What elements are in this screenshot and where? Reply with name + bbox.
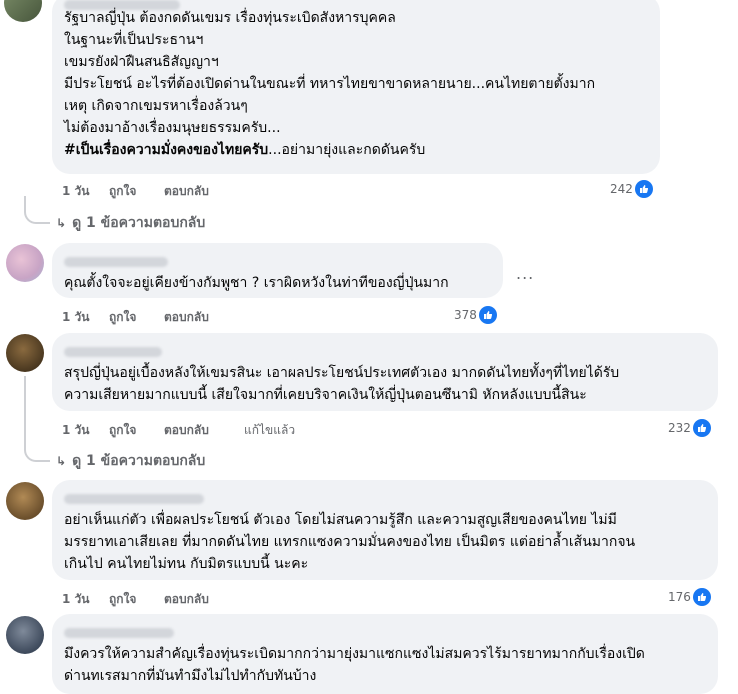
more-options-icon[interactable]: ... (516, 264, 534, 283)
reaction-number: 378 (454, 308, 477, 322)
comment-text-line: รัฐบาลญี่ปุ่น ต้องกดดันเขมร เรื่องทุ่นระ… (64, 10, 396, 26)
comment-text-line: มีประโยชน์ อะไรที่ต้องเปิดด่านในขณะที่ ท… (64, 76, 596, 92)
like-reaction-icon (692, 419, 711, 437)
comment-text-line: ด่านทเรสมากที่มันทำมึงไม่ไปทำกับทันบ้าง (64, 668, 317, 684)
comment-bubble: คุณตั้งใจจะอยู่เคียงข้างกัมพูชา ? เราผิด… (52, 243, 503, 298)
reaction-count[interactable]: 176 (668, 588, 711, 606)
comment-actions: 1 วัน ถูกใจ ตอบกลับ แก้ไขแล้ว (62, 421, 382, 439)
comment-text-line: เขมรยังฝ่าฝืนสนธิสัญญาฯ (64, 54, 219, 70)
view-replies-link[interactable]: ↳ ดู 1 ข้อความตอบกลับ (56, 212, 205, 234)
reply-arrow-icon: ↳ (56, 454, 67, 468)
reaction-count[interactable]: 232 (668, 419, 711, 437)
avatar[interactable] (6, 244, 44, 282)
comment-text-line: เหตุ เกิดจากเขมรหาเรื่องล้วนๆ (64, 98, 248, 114)
comment-text-line: ความเสียหายมากแบบนี้ เสียใจมากที่เคยบริจ… (64, 387, 587, 403)
comment-text-line: อย่าเห็นแก่ตัว เพื่อผลประโยชน์ ตัวเอง โด… (64, 512, 617, 528)
like-reaction-icon (634, 180, 653, 198)
reaction-count[interactable]: 378 (454, 306, 497, 324)
view-replies-link[interactable]: ↳ ดู 1 ข้อความตอบกลับ (56, 450, 205, 472)
avatar[interactable] (6, 616, 44, 654)
reaction-number: 232 (668, 421, 691, 435)
like-button[interactable]: ถูกใจ (109, 308, 136, 327)
comment-author-blurred[interactable] (64, 347, 162, 357)
comment-text-line: คุณตั้งใจจะอยู่เคียงข้างกัมพูชา ? เราผิด… (64, 275, 449, 291)
comment-text-line: ไม่ต้องมาอ้างเรื่องมนุษยธรรมครับ... (64, 120, 281, 136)
comment-bubble: มึงควรให้ความสำคัญเรื่องทุ่นระเบิดมากกว่… (52, 614, 718, 694)
comment-actions: 1 วัน ถูกใจ ตอบกลับ (62, 182, 362, 200)
like-reaction-icon (478, 306, 497, 324)
comment-time[interactable]: 1 วัน (62, 590, 89, 609)
comment-text-line: มึงควรให้ความสำคัญเรื่องทุ่นระเบิดมากกว่… (64, 646, 645, 662)
reply-arrow-icon: ↳ (56, 216, 67, 230)
view-replies-label: ดู 1 ข้อความตอบกลับ (72, 453, 206, 469)
reaction-number: 242 (610, 182, 633, 196)
comment-time[interactable]: 1 วัน (62, 308, 89, 327)
comment-text-line: มรรยาทเอาเสียเลย ที่มากดดันไทย แทรกแซงคว… (64, 534, 636, 550)
reaction-count[interactable]: 242 (610, 180, 653, 198)
avatar[interactable] (6, 482, 44, 520)
comment-author-blurred[interactable] (64, 628, 174, 638)
like-button[interactable]: ถูกใจ (109, 421, 136, 440)
comment-time[interactable]: 1 วัน (62, 421, 89, 440)
hashtag-link[interactable]: #เป็นเรื่องความมั่งคงของไทยครับ (64, 142, 268, 158)
comment-actions: 1 วัน ถูกใจ ตอบกลับ (62, 590, 362, 608)
reply-button[interactable]: ตอบกลับ (164, 590, 209, 609)
comment-text-line: เกินไป คนไทยไม่ทน กับมิตรแบบนี้ นะคะ (64, 556, 309, 572)
edited-label[interactable]: แก้ไขแล้ว (244, 421, 295, 440)
comment-author-blurred[interactable] (64, 494, 204, 504)
reply-button[interactable]: ตอบกลับ (164, 182, 209, 201)
thread-connector-line (24, 376, 50, 462)
comment-bubble: อย่าเห็นแก่ตัว เพื่อผลประโยชน์ ตัวเอง โด… (52, 480, 718, 580)
comment-text-line: ในฐานะที่เป็นประธานฯ (64, 32, 204, 48)
avatar[interactable] (4, 0, 42, 22)
comment-text-line: สรุปญี่ปุ่นอยู่เบื้องหลังให้เขมรสินะ เอา… (64, 365, 620, 381)
reply-button[interactable]: ตอบกลับ (164, 421, 209, 440)
comment-actions: 1 วัน ถูกใจ ตอบกลับ (62, 308, 362, 326)
comment-bubble: สรุปญี่ปุ่นอยู่เบื้องหลังให้เขมรสินะ เอา… (52, 333, 718, 411)
comment-bubble: รัฐบาลญี่ปุ่น ต้องกดดันเขมร เรื่องทุ่นระ… (52, 0, 660, 174)
thread-connector-line (24, 196, 50, 224)
like-button[interactable]: ถูกใจ (109, 590, 136, 609)
like-reaction-icon (692, 588, 711, 606)
comment-time[interactable]: 1 วัน (62, 182, 89, 201)
comment-text-line: #เป็นเรื่องความมั่งคงของไทยครับ...อย่ามา… (64, 140, 425, 160)
like-button[interactable]: ถูกใจ (109, 182, 136, 201)
reply-button[interactable]: ตอบกลับ (164, 308, 209, 327)
comment-author-blurred[interactable] (64, 257, 168, 267)
view-replies-label: ดู 1 ข้อความตอบกลับ (72, 215, 206, 231)
avatar[interactable] (6, 334, 44, 372)
reaction-number: 176 (668, 590, 691, 604)
comment-text-tail: ...อย่ามายุ่งและกดดันครับ (268, 142, 426, 158)
